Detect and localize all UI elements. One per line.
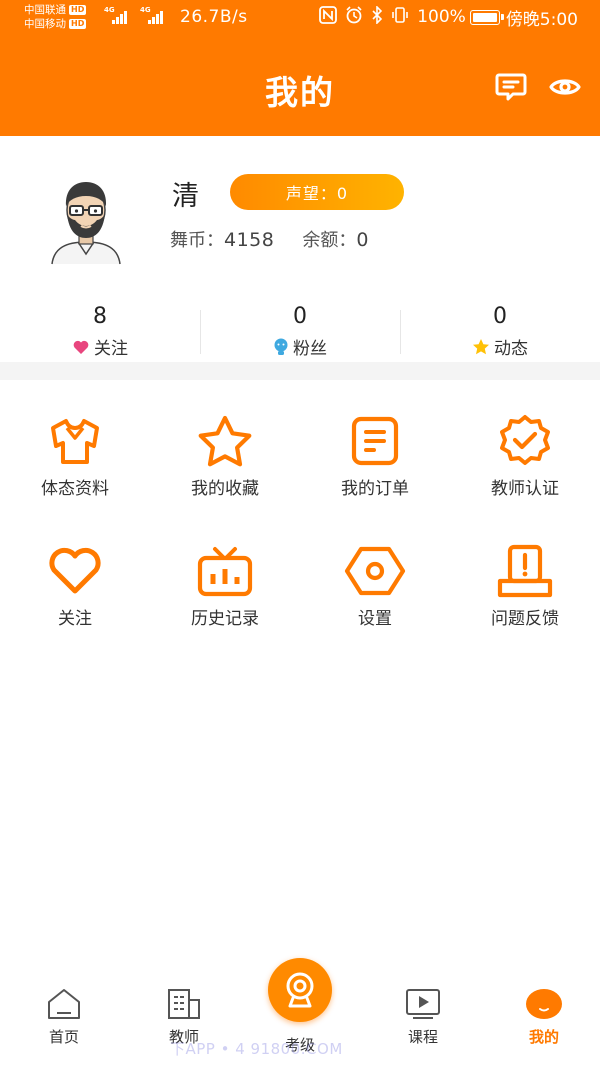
stat-count: 8 — [93, 304, 107, 329]
certificate-icon — [500, 415, 550, 465]
settings-button[interactable] — [548, 70, 582, 104]
message-icon — [495, 73, 527, 101]
feature-label: 关注 — [58, 609, 92, 629]
section-divider — [0, 362, 600, 380]
hexagon-settings-icon — [344, 546, 406, 596]
feature-following[interactable]: 关注 — [0, 540, 150, 670]
feature-label: 设置 — [358, 609, 392, 629]
tab-exam[interactable] — [268, 958, 332, 1022]
hd-badge-2: HD — [69, 19, 87, 29]
battery-icon — [469, 9, 504, 25]
bottom-tabbar: 首页 教师 考级 课程 我的 下APP • 4 91800.COM — [0, 958, 600, 1067]
status-icons: 100% 傍晚5:00 — [319, 4, 578, 30]
watermark-text: 下APP • 4 91800.COM — [170, 1040, 343, 1058]
carrier-2: 中国移动 — [24, 18, 66, 30]
feature-feedback[interactable]: 问题反馈 — [450, 540, 600, 670]
feedback-icon — [497, 544, 553, 598]
stat-count: 0 — [493, 304, 507, 329]
feature-label: 教师认证 — [491, 479, 559, 499]
stats-row: 8 关注 0 粉丝 0 动态 — [0, 300, 600, 362]
feature-label: 我的订单 — [341, 479, 409, 499]
shirt-icon — [51, 419, 99, 464]
video-icon — [406, 989, 440, 1019]
stat-label: 粉丝 — [293, 339, 327, 359]
feature-teacher-certification[interactable]: 教师认证 — [450, 410, 600, 540]
balance-row: 舞币：4158 余额：0 — [170, 226, 397, 252]
vibrate-icon — [391, 6, 409, 29]
feature-favorites[interactable]: 我的收藏 — [150, 410, 300, 540]
tab-mine[interactable]: 我的 — [484, 970, 600, 1047]
order-icon — [351, 416, 399, 466]
fan-icon — [274, 338, 288, 355]
stat-count: 0 — [293, 304, 307, 329]
building-icon — [168, 989, 200, 1019]
feature-settings[interactable]: 设置 — [300, 540, 450, 670]
stat-following[interactable]: 8 关注 — [0, 300, 200, 362]
bluetooth-icon — [371, 4, 383, 29]
feature-label: 体态资料 — [41, 479, 109, 499]
tab-label: 首页 — [48, 1028, 79, 1046]
clock: 傍晚5:00 — [505, 9, 578, 30]
username: 清 — [172, 181, 199, 212]
feature-body-profile[interactable]: 体态资料 — [0, 410, 150, 540]
coins-label: 舞币： — [170, 230, 224, 251]
hd-badge-1: HD — [69, 5, 87, 15]
home-icon — [48, 989, 80, 1019]
heart-icon — [73, 340, 89, 354]
tab-home[interactable]: 首页 — [4, 970, 124, 1047]
balance-item[interactable]: 余额：0 — [302, 226, 369, 252]
feature-label: 我的收藏 — [191, 479, 259, 499]
balance-label: 余额： — [302, 230, 357, 251]
feature-grid: 体态资料 我的收藏 我的订单 教师认证 关注 历史记录 设置 问题反馈 — [0, 410, 600, 670]
feature-history[interactable]: 历史记录 — [150, 540, 300, 670]
status-bar: 中国联通 HD 中国移动 HD 4G 4G 26.7B/s 100% 傍晚5:0… — [24, 3, 578, 31]
tab-courses[interactable]: 课程 — [363, 970, 483, 1047]
message-button[interactable] — [494, 70, 528, 104]
carrier-1: 中国联通 — [24, 4, 66, 16]
balance-value: 0 — [356, 229, 369, 251]
avatar[interactable] — [46, 176, 126, 266]
star-outline-icon — [198, 415, 252, 467]
star-icon — [473, 338, 489, 354]
coins-item[interactable]: 舞币：4158 — [170, 226, 274, 252]
reputation-badge[interactable]: 声望：0 — [230, 174, 404, 210]
stat-fans[interactable]: 0 粉丝 — [200, 300, 400, 362]
tv-history-icon — [197, 547, 253, 597]
feature-label: 历史记录 — [191, 609, 259, 629]
nfc-icon — [319, 5, 338, 29]
tab-teachers[interactable]: 教师 — [124, 970, 244, 1047]
exam-icon — [286, 972, 314, 1008]
alarm-icon — [345, 5, 363, 29]
coins-value: 4158 — [224, 229, 275, 251]
app-header: 中国联通 HD 中国移动 HD 4G 4G 26.7B/s 100% 傍晚5:0… — [0, 0, 600, 136]
net-speed: 26.7B/s — [180, 7, 248, 27]
avatar-illustration — [51, 182, 121, 265]
feature-label: 问题反馈 — [491, 609, 559, 629]
carrier-info: 中国联通 HD 中国移动 HD — [24, 3, 87, 31]
feature-orders[interactable]: 我的订单 — [300, 410, 450, 540]
eye-settings-icon — [549, 79, 581, 95]
stat-posts[interactable]: 0 动态 — [400, 300, 600, 362]
tab-label: 我的 — [528, 1028, 559, 1046]
profile-icon — [526, 989, 562, 1019]
stat-label: 关注 — [94, 339, 128, 359]
battery-percent: 100% — [417, 7, 466, 27]
stat-label: 动态 — [494, 339, 528, 359]
heart-outline-icon — [49, 547, 101, 594]
